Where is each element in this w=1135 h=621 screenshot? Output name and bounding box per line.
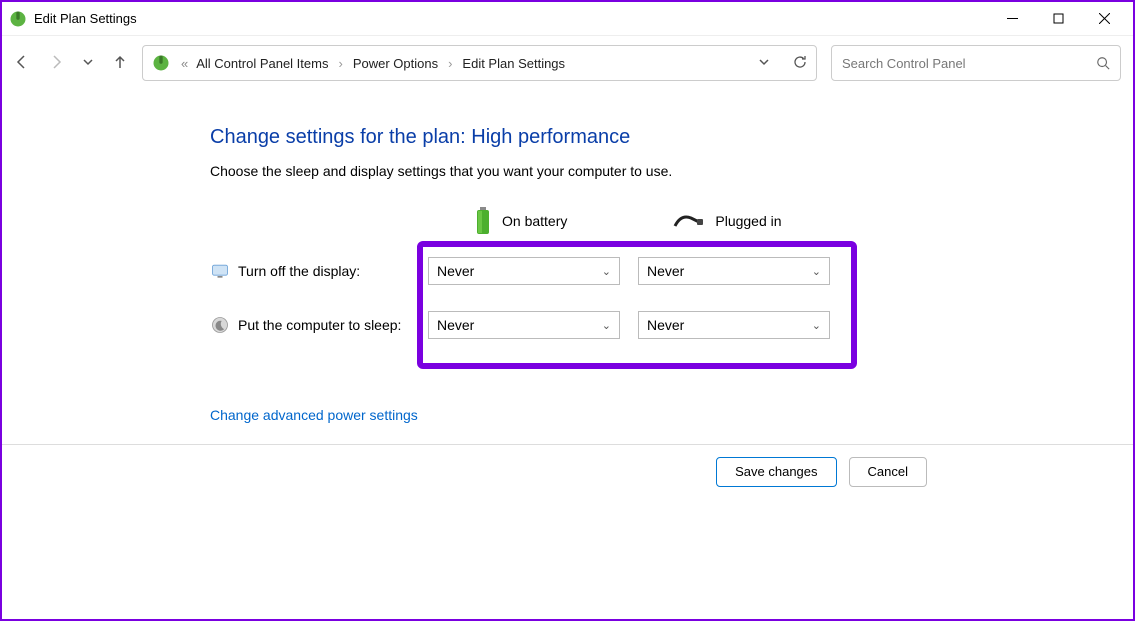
refresh-button[interactable]: [792, 54, 808, 73]
display-plugged-select[interactable]: Never ⌄: [638, 257, 830, 285]
breadcrumb-item-1[interactable]: All Control Panel Items: [196, 56, 328, 71]
breadcrumb-item-2[interactable]: Power Options: [353, 56, 438, 71]
save-button[interactable]: Save changes: [716, 457, 836, 487]
row-display-label: Turn off the display:: [238, 263, 428, 279]
sleep-battery-select[interactable]: Never ⌄: [428, 311, 620, 339]
column-headers: On battery Plugged in: [474, 207, 1133, 235]
breadcrumb-prefix-icon: «: [181, 56, 188, 71]
content-area: Change settings for the plan: High perfo…: [2, 90, 1133, 423]
footer-buttons: Save changes Cancel: [2, 444, 1133, 498]
row-sleep: Put the computer to sleep: Never ⌄ Never…: [210, 311, 1133, 339]
display-battery-value: Never: [437, 263, 474, 279]
column-battery-label: On battery: [502, 213, 567, 229]
sleep-battery-value: Never: [437, 317, 474, 333]
column-plugged-label: Plugged in: [715, 213, 781, 229]
forward-button[interactable]: [48, 54, 64, 73]
display-icon: [210, 261, 230, 281]
row-display: Turn off the display: Never ⌄ Never ⌄: [210, 257, 1133, 285]
search-input[interactable]: [842, 56, 1096, 71]
breadcrumb-item-3[interactable]: Edit Plan Settings: [462, 56, 565, 71]
up-button[interactable]: [112, 54, 128, 73]
sleep-plugged-select[interactable]: Never ⌄: [638, 311, 830, 339]
chevron-down-icon: ⌄: [602, 319, 611, 332]
app-icon: [8, 9, 28, 29]
address-bar[interactable]: « All Control Panel Items › Power Option…: [142, 45, 817, 81]
address-dropdown[interactable]: [758, 56, 770, 71]
power-icon: [151, 53, 171, 73]
back-button[interactable]: [14, 54, 30, 73]
recent-dropdown[interactable]: [82, 56, 94, 71]
display-plugged-value: Never: [647, 263, 684, 279]
display-battery-select[interactable]: Never ⌄: [428, 257, 620, 285]
chevron-down-icon: ⌄: [812, 265, 821, 278]
toolbar: « All Control Panel Items › Power Option…: [2, 36, 1133, 90]
cancel-button[interactable]: Cancel: [849, 457, 927, 487]
chevron-down-icon: ⌄: [602, 265, 611, 278]
chevron-right-icon: ›: [338, 56, 342, 71]
search-box[interactable]: [831, 45, 1121, 81]
window-controls: [989, 4, 1127, 34]
titlebar: Edit Plan Settings: [2, 2, 1133, 36]
column-plugged: Plugged in: [673, 212, 781, 230]
plug-icon: [673, 212, 705, 230]
window-title: Edit Plan Settings: [34, 11, 137, 26]
search-icon: [1096, 56, 1110, 70]
sleep-icon: [210, 315, 230, 335]
battery-icon: [474, 207, 492, 235]
close-button[interactable]: [1081, 4, 1127, 34]
maximize-button[interactable]: [1035, 4, 1081, 34]
advanced-settings-link[interactable]: Change advanced power settings: [210, 407, 418, 423]
chevron-down-icon: ⌄: [812, 319, 821, 332]
minimize-button[interactable]: [989, 4, 1035, 34]
page-title: Change settings for the plan: High perfo…: [210, 126, 1133, 149]
row-sleep-label: Put the computer to sleep:: [238, 317, 428, 333]
page-subtext: Choose the sleep and display settings th…: [210, 163, 1133, 179]
chevron-right-icon: ›: [448, 56, 452, 71]
column-battery: On battery: [474, 207, 567, 235]
sleep-plugged-value: Never: [647, 317, 684, 333]
